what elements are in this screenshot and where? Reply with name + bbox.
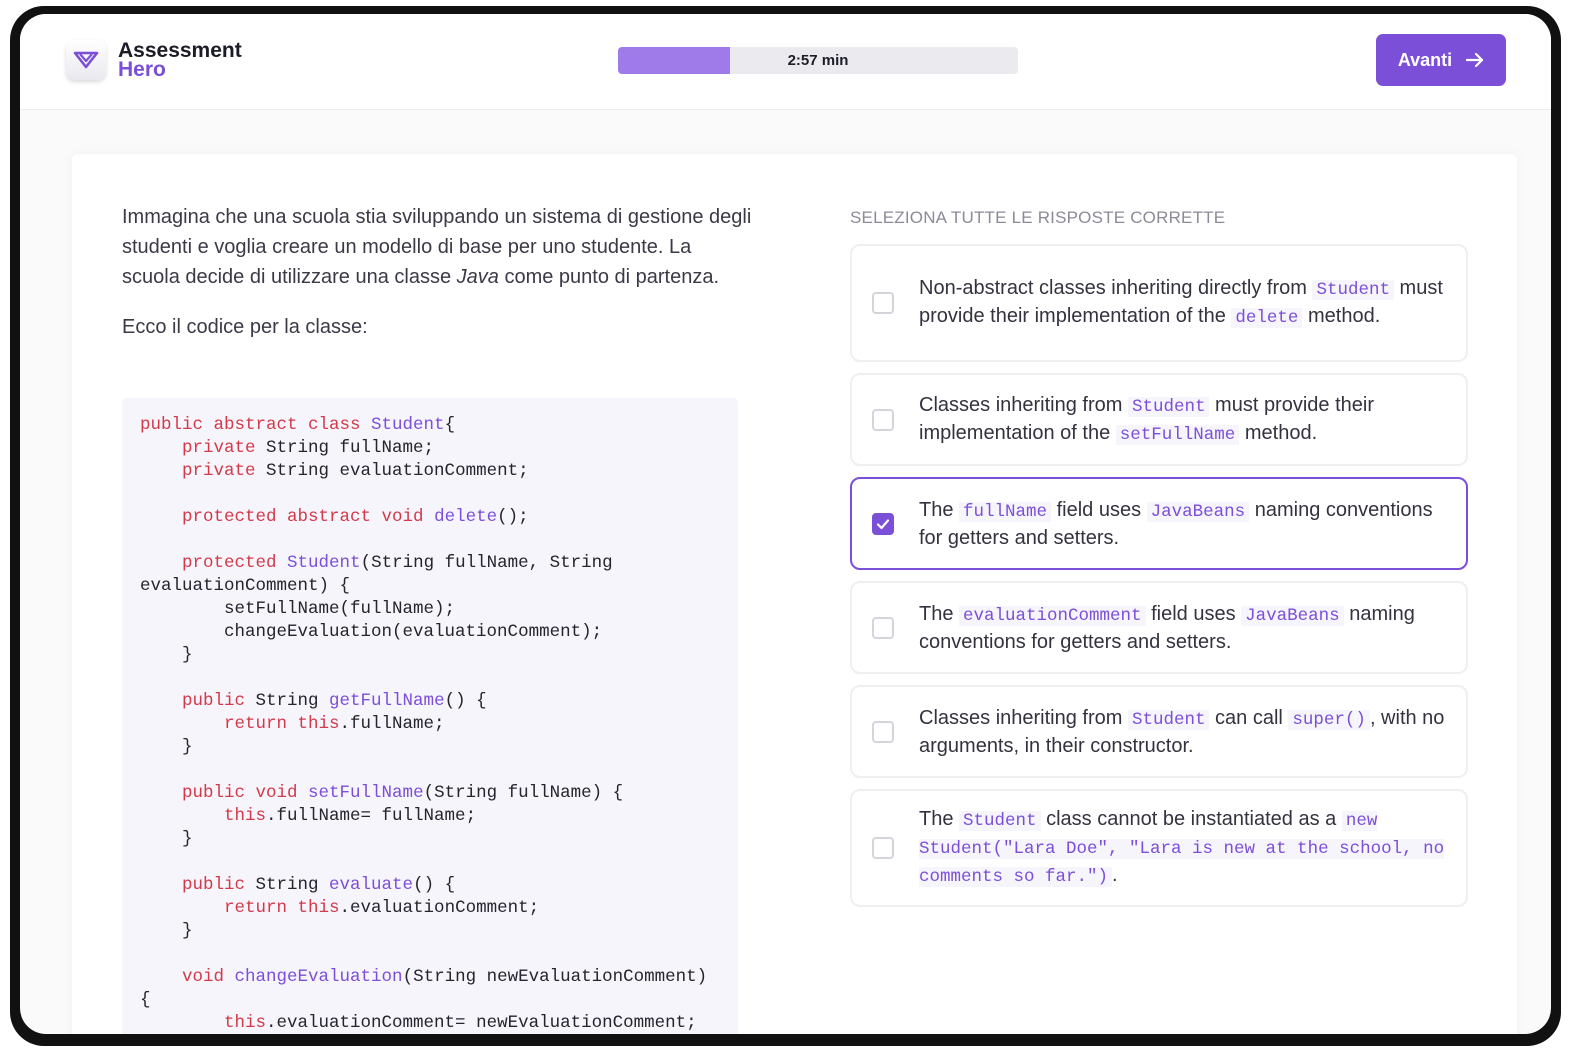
top-bar: Assessment Hero 2:57 min Avanti [20,14,1551,110]
device-frame: Assessment Hero 2:57 min Avanti Immagina… [10,6,1561,1046]
logo-badge-icon [66,40,106,80]
next-button-label: Avanti [1397,49,1453,70]
question-card: Immagina che una scuola stia sviluppando… [72,154,1517,1034]
arrow-right-icon [1466,52,1484,68]
answer-list: Non-abstract classes inheriting directly… [850,244,1468,918]
checkbox[interactable] [872,408,894,431]
answer-text: Non-abstract classes inheriting directly… [919,277,1443,328]
question-paragraph: Immagina che una scuola stia sviluppando… [122,206,752,288]
checkbox[interactable] [872,512,894,535]
checkmark-icon [876,518,890,529]
answer-option-2[interactable]: Classes inheriting from Student must pro… [850,373,1468,466]
checkbox[interactable] [872,616,894,639]
answer-option-1[interactable]: Non-abstract classes inheriting directly… [850,244,1468,362]
checkbox[interactable] [872,292,894,314]
code-block: public abstract class Student{ private S… [122,398,738,1034]
question-code-intro: Ecco il codice per la classe: [122,316,368,338]
next-button[interactable]: Avanti [1376,34,1506,86]
logo-text-line2: Hero [118,58,166,81]
answer-text: Classes inheriting from Student must pro… [919,393,1374,445]
timer-label: 2:57 min [787,52,849,69]
answer-text: The Student class cannot be instantiated… [919,808,1445,887]
answer-text: The evaluationComment field uses JavaBea… [919,602,1415,653]
question-text: Immagina che una scuola stia sviluppando… [122,202,752,342]
app-logo[interactable]: Assessment Hero [66,40,242,80]
answer-text: The fullName field uses JavaBeans naming… [919,498,1433,549]
answer-option-5[interactable]: Classes inheriting from Student can call… [850,685,1468,778]
checkbox[interactable] [872,837,894,859]
answer-option-6[interactable]: The Student class cannot be instantiated… [850,789,1468,907]
app-screen: Assessment Hero 2:57 min Avanti Immagina… [20,14,1551,1034]
answer-option-3[interactable]: The fullName field uses JavaBeans naming… [850,477,1468,570]
answer-option-4[interactable]: The evaluationComment field uses JavaBea… [850,581,1468,674]
answer-text: Classes inheriting from Student can call… [919,706,1445,757]
timer-progress-bar: 2:57 min [618,47,1018,74]
answers-instruction: SELEZIONA TUTTE LE RISPOSTE CORRETTE [850,208,1226,227]
checkbox[interactable] [872,720,894,743]
